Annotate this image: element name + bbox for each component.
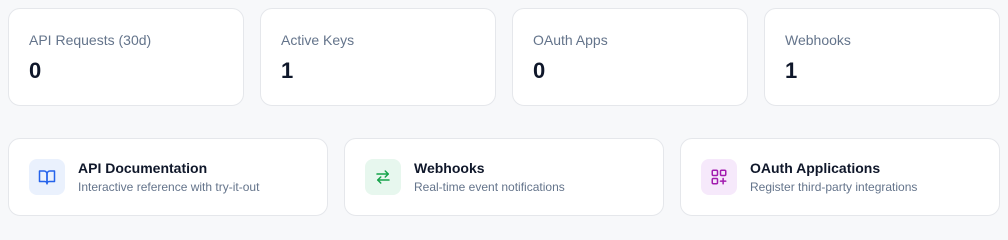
link-title: OAuth Applications <box>750 159 881 176</box>
apps-grid-icon <box>701 159 737 195</box>
link-title: Webhooks <box>414 159 485 176</box>
webhooks-link-card[interactable]: Webhooks Real-time event notifications <box>344 138 664 216</box>
arrows-exchange-icon <box>365 159 401 195</box>
link-title: API Documentation <box>78 159 208 176</box>
stat-card-oauth-apps: OAuth Apps 0 <box>512 8 748 106</box>
stat-value: 1 <box>785 58 798 83</box>
stat-label: Active Keys <box>281 32 355 48</box>
stat-label: Webhooks <box>785 32 851 48</box>
stat-card-webhooks: Webhooks 1 <box>764 8 1000 106</box>
stat-value: 0 <box>29 58 42 83</box>
stat-label: API Requests (30d) <box>29 32 152 48</box>
link-description: Interactive reference with try-it-out <box>78 179 260 194</box>
stat-value: 0 <box>533 58 546 83</box>
stat-card-active-keys: Active Keys 1 <box>260 8 496 106</box>
quick-links-row: API Documentation Interactive reference … <box>8 138 1000 216</box>
link-description: Real-time event notifications <box>414 179 565 194</box>
stat-card-api-requests: API Requests (30d) 0 <box>8 8 244 106</box>
stat-value: 1 <box>281 58 294 83</box>
api-documentation-link-card[interactable]: API Documentation Interactive reference … <box>8 138 328 216</box>
stat-label: OAuth Apps <box>533 32 608 48</box>
oauth-applications-link-card[interactable]: OAuth Applications Register third-party … <box>680 138 1000 216</box>
link-description: Register third-party integrations <box>750 179 918 194</box>
stats-row: API Requests (30d) 0 Active Keys 1 OAuth… <box>8 8 1000 106</box>
book-icon <box>29 159 65 195</box>
